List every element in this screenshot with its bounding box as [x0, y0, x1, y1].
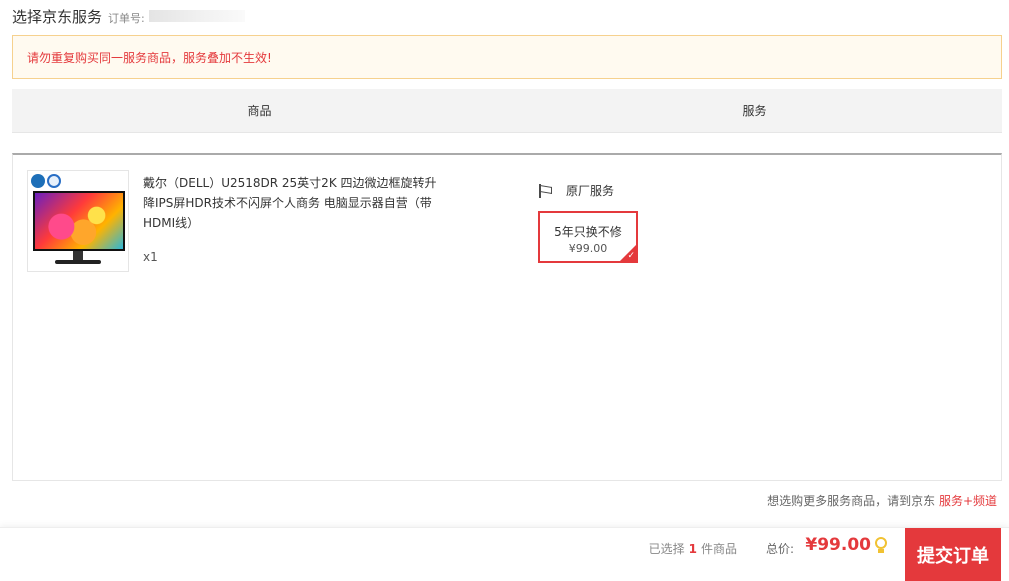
column-header-service: 服务 — [742, 104, 767, 118]
checkmark-icon: ✓ — [627, 251, 635, 261]
selected-prefix: 已选择 — [648, 542, 685, 556]
product-quantity: x1 — [143, 250, 158, 264]
title-row: 选择京东服务 订单号: — [12, 6, 245, 28]
total-price: ¥99.00 — [805, 535, 871, 555]
service-option-5yr-replace[interactable]: 5年只换不修 ¥99.00 ✓ — [538, 211, 638, 263]
notice-text: 请勿重复购买同一服务商品，服务叠加不生效! — [27, 50, 272, 65]
order-number-redacted — [148, 10, 245, 22]
service-type-label: 原厂服务 — [566, 184, 615, 198]
selected-items-summary: 已选择 1 件商品 — [649, 540, 737, 557]
more-services-text: 想选购更多服务商品，请到京东 — [767, 494, 939, 508]
duplicate-purchase-notice: 请勿重复购买同一服务商品，服务叠加不生效! — [12, 35, 1002, 79]
selected-count: 1 — [688, 542, 697, 556]
page-title: 选择京东服务 — [12, 8, 103, 26]
service-option-name: 5年只换不修 — [554, 225, 622, 239]
product-service-panel: 戴尔（DELL）U2518DR 25英寸2K 四边微边框旋转升降IPS屏HDR技… — [12, 153, 1002, 481]
product-thumbnail[interactable] — [27, 170, 129, 272]
flag-icon — [538, 183, 554, 198]
column-header-product: 商品 — [247, 104, 272, 118]
submit-order-button[interactable]: 提交订单 — [905, 528, 1001, 581]
total-label: 总价: — [765, 542, 794, 556]
service-plus-channel-link[interactable]: 服务+频道 — [939, 494, 997, 508]
service-type-header: 原厂服务 — [538, 182, 614, 199]
monitor-artwork — [35, 193, 123, 249]
dell-logo-icon — [31, 174, 45, 188]
certification-icon — [47, 174, 61, 188]
selected-suffix: 件商品 — [700, 542, 737, 556]
order-number-label: 订单号: — [108, 12, 145, 25]
brand-badges — [31, 174, 61, 188]
table-header: 商品 服务 — [12, 89, 1002, 133]
lightbulb-icon — [875, 537, 887, 554]
monitor-stand-base — [55, 260, 101, 264]
more-services-row: 想选购更多服务商品，请到京东 服务+频道 — [767, 492, 997, 509]
monitor-screen-image — [33, 191, 125, 251]
checkout-footer: 已选择 1 件商品 总价: ¥99.00 提交订单 — [0, 527, 1009, 581]
product-name-link[interactable]: 戴尔（DELL）U2518DR 25英寸2K 四边微边框旋转升降IPS屏HDR技… — [143, 173, 438, 233]
